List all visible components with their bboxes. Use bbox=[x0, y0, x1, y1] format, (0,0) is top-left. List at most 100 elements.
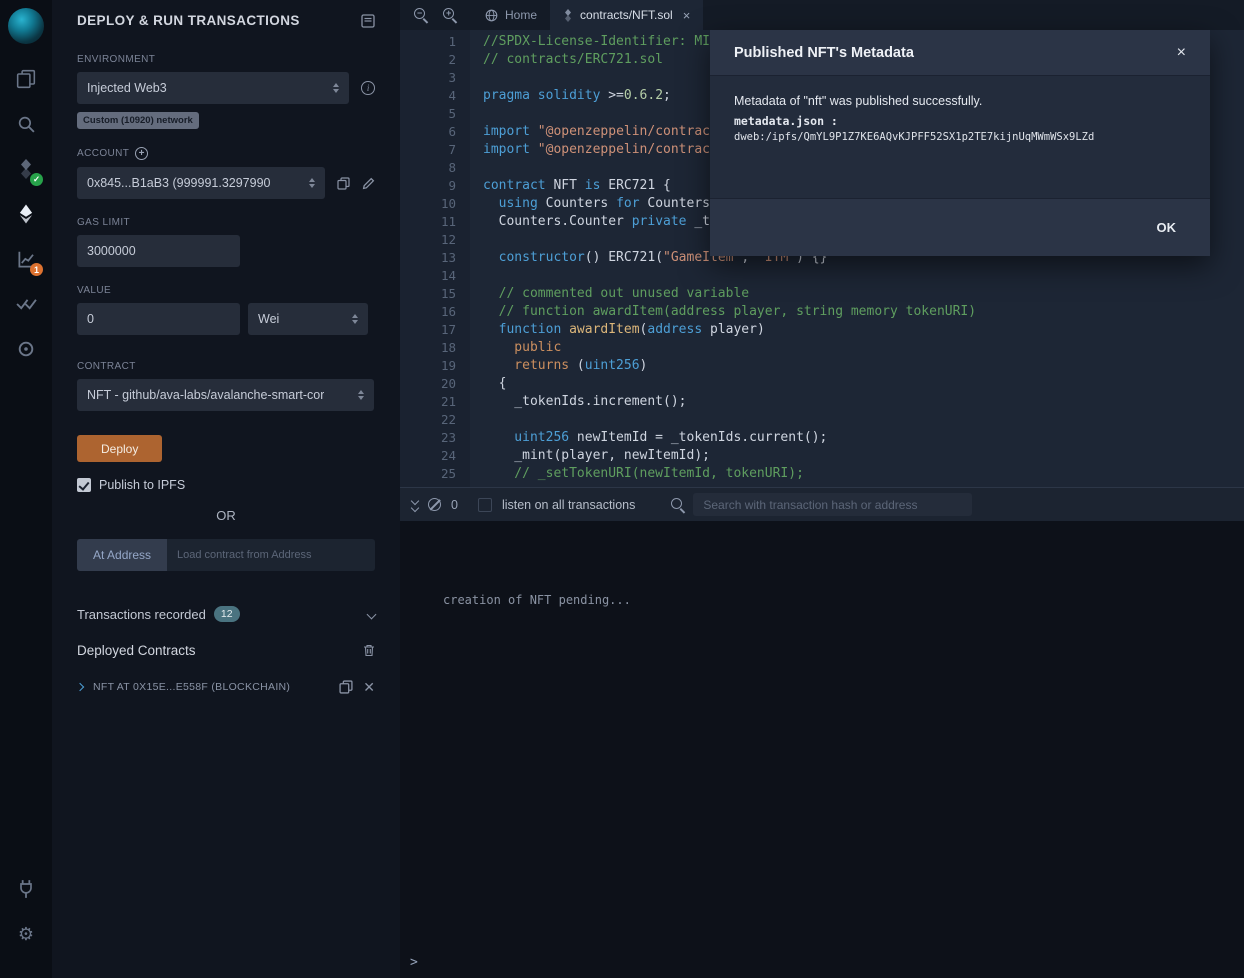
ipfs-uri: dweb:/ipfs/QmYL9P1Z7KE6AQvKJPFF52SX1p2TE… bbox=[734, 131, 1186, 143]
clear-console-icon[interactable] bbox=[428, 498, 441, 511]
contract-section: CONTRACT NFT - github/ava-labs/avalanche… bbox=[77, 361, 375, 411]
value-unit: Wei bbox=[258, 312, 279, 326]
modal-message: Metadata of "nft" was published successf… bbox=[734, 94, 1186, 108]
gas-limit-input[interactable] bbox=[77, 235, 240, 267]
solidity-compiler-icon[interactable]: ✓ bbox=[11, 154, 41, 184]
zoom-out-icon[interactable]: − bbox=[414, 8, 429, 23]
contract-select[interactable]: NFT - github/ava-labs/avalanche-smart-co… bbox=[77, 379, 374, 411]
terminal-toolbar: 0 listen on all transactions bbox=[400, 487, 1244, 521]
line-number: 16 bbox=[400, 303, 456, 321]
remove-contract-icon[interactable]: ✕ bbox=[363, 680, 375, 694]
remix-logo-icon[interactable] bbox=[8, 8, 44, 44]
close-icon[interactable]: × bbox=[1177, 45, 1186, 61]
code-line[interactable]: returns (uint256) bbox=[483, 357, 1244, 375]
settings-gear-icon[interactable]: ⚙ bbox=[11, 919, 41, 949]
chevron-down-icon[interactable] bbox=[368, 605, 375, 623]
or-divider: OR bbox=[77, 508, 375, 523]
line-number: 2 bbox=[400, 51, 456, 69]
line-number: 9 bbox=[400, 177, 456, 195]
line-number: 8 bbox=[400, 159, 456, 177]
collapse-terminal-icon[interactable] bbox=[412, 498, 418, 511]
info-icon[interactable]: i bbox=[361, 81, 375, 95]
at-address-row: At Address bbox=[77, 539, 375, 571]
code-line[interactable]: function awardItem(address player) bbox=[483, 321, 1244, 339]
remix-ide-window: ✓ 1 ⚙ DEPLOY & RUN TRANSACTIONS bbox=[0, 0, 1244, 978]
chevron-right-icon[interactable] bbox=[76, 683, 84, 691]
deployed-contract-name: NFT AT 0X15E...E558F (BLOCKCHAIN) bbox=[93, 681, 329, 693]
trash-icon[interactable] bbox=[363, 644, 375, 657]
contract-label: CONTRACT bbox=[77, 361, 375, 372]
publish-ipfs-checkbox[interactable] bbox=[77, 478, 91, 492]
metadata-filename: metadata.json : bbox=[734, 114, 1186, 128]
plugin-manager-icon[interactable] bbox=[11, 874, 41, 904]
value-unit-select[interactable]: Wei bbox=[248, 303, 368, 335]
search-icon[interactable] bbox=[11, 109, 41, 139]
line-number: 25 bbox=[400, 465, 456, 483]
tab-nft-sol[interactable]: contracts/NFT.sol × bbox=[550, 0, 703, 30]
globe-icon bbox=[485, 9, 498, 22]
tab-home[interactable]: Home bbox=[472, 0, 550, 30]
transactions-recorded-row[interactable]: Transactions recorded 12 bbox=[52, 605, 400, 623]
terminal-output[interactable]: creation of NFT pending... > bbox=[400, 521, 1244, 978]
code-line[interactable]: // commented out unused variable bbox=[483, 285, 1244, 303]
code-line[interactable]: uint256 newItemId = _tokenIds.current(); bbox=[483, 429, 1244, 447]
published-metadata-modal: Published NFT's Metadata × Metadata of "… bbox=[710, 30, 1210, 256]
debugger-icon[interactable] bbox=[11, 334, 41, 364]
code-line[interactable] bbox=[483, 483, 1244, 487]
terminal-search-input[interactable] bbox=[693, 493, 972, 516]
code-line[interactable] bbox=[483, 267, 1244, 285]
chevron-updown-icon bbox=[358, 390, 364, 400]
tab-file-label: contracts/NFT.sol bbox=[580, 8, 673, 22]
icon-sidebar: ✓ 1 ⚙ bbox=[0, 0, 52, 978]
listen-transactions-checkbox[interactable] bbox=[478, 498, 492, 512]
gas-limit-label: GAS LIMIT bbox=[77, 217, 375, 228]
code-line[interactable]: public bbox=[483, 339, 1244, 357]
edit-account-icon[interactable] bbox=[362, 177, 375, 190]
code-line[interactable]: _tokenIds.increment(); bbox=[483, 393, 1244, 411]
transactions-recorded-label: Transactions recorded bbox=[77, 607, 206, 622]
at-address-button[interactable]: At Address bbox=[77, 539, 167, 571]
solidity-file-icon bbox=[563, 9, 573, 22]
line-number: 3 bbox=[400, 69, 456, 87]
editor-tabbar: − + Home contracts/NFT.sol × bbox=[400, 0, 1244, 30]
at-address-input[interactable] bbox=[167, 539, 375, 571]
copy-account-icon[interactable] bbox=[337, 177, 350, 190]
line-number: 4 bbox=[400, 87, 456, 105]
line-number: 15 bbox=[400, 285, 456, 303]
terminal-prompt[interactable]: > bbox=[410, 955, 418, 970]
deployed-contract-item[interactable]: NFT AT 0X15E...E558F (BLOCKCHAIN) ✕ bbox=[52, 680, 400, 694]
environment-section: ENVIRONMENT Injected Web3 i Custom (1092… bbox=[77, 54, 375, 129]
analytics-count-badge: 1 bbox=[30, 263, 43, 276]
zoom-in-icon[interactable]: + bbox=[443, 8, 458, 23]
publish-ipfs-label: Publish to IPFS bbox=[99, 478, 185, 492]
code-line[interactable]: { bbox=[483, 375, 1244, 393]
line-number: 20 bbox=[400, 375, 456, 393]
line-number-gutter: 1234567891011121314151617181920212223242… bbox=[400, 30, 470, 487]
ok-button[interactable]: OK bbox=[1157, 220, 1177, 235]
line-number: 6 bbox=[400, 123, 456, 141]
line-number: 5 bbox=[400, 105, 456, 123]
code-line[interactable]: // function awardItem(address player, st… bbox=[483, 303, 1244, 321]
deploy-button[interactable]: Deploy bbox=[77, 435, 162, 462]
deployed-contracts-header: Deployed Contracts bbox=[52, 643, 400, 658]
unit-testing-icon[interactable] bbox=[11, 289, 41, 319]
file-explorer-icon[interactable] bbox=[11, 64, 41, 94]
docs-icon[interactable] bbox=[361, 14, 375, 28]
add-account-icon[interactable]: + bbox=[135, 147, 148, 160]
code-line[interactable] bbox=[483, 411, 1244, 429]
code-line[interactable]: // _setTokenURI(newItemId, tokenURI); bbox=[483, 465, 1244, 483]
close-tab-icon[interactable]: × bbox=[683, 8, 691, 23]
line-number: 19 bbox=[400, 357, 456, 375]
line-number: 7 bbox=[400, 141, 456, 159]
copy-contract-icon[interactable] bbox=[339, 680, 353, 694]
deploy-and-run-icon[interactable] bbox=[11, 199, 41, 229]
transactions-count-badge: 12 bbox=[214, 606, 240, 622]
line-number: 12 bbox=[400, 231, 456, 249]
chevron-updown-icon bbox=[333, 83, 339, 93]
pending-tx-count: 0 bbox=[451, 498, 458, 512]
code-line[interactable]: _mint(player, newItemId); bbox=[483, 447, 1244, 465]
value-input[interactable] bbox=[77, 303, 240, 335]
environment-select[interactable]: Injected Web3 bbox=[77, 72, 349, 104]
analytics-icon[interactable]: 1 bbox=[11, 244, 41, 274]
account-select[interactable]: 0x845...B1aB3 (999991.3297990 bbox=[77, 167, 325, 199]
